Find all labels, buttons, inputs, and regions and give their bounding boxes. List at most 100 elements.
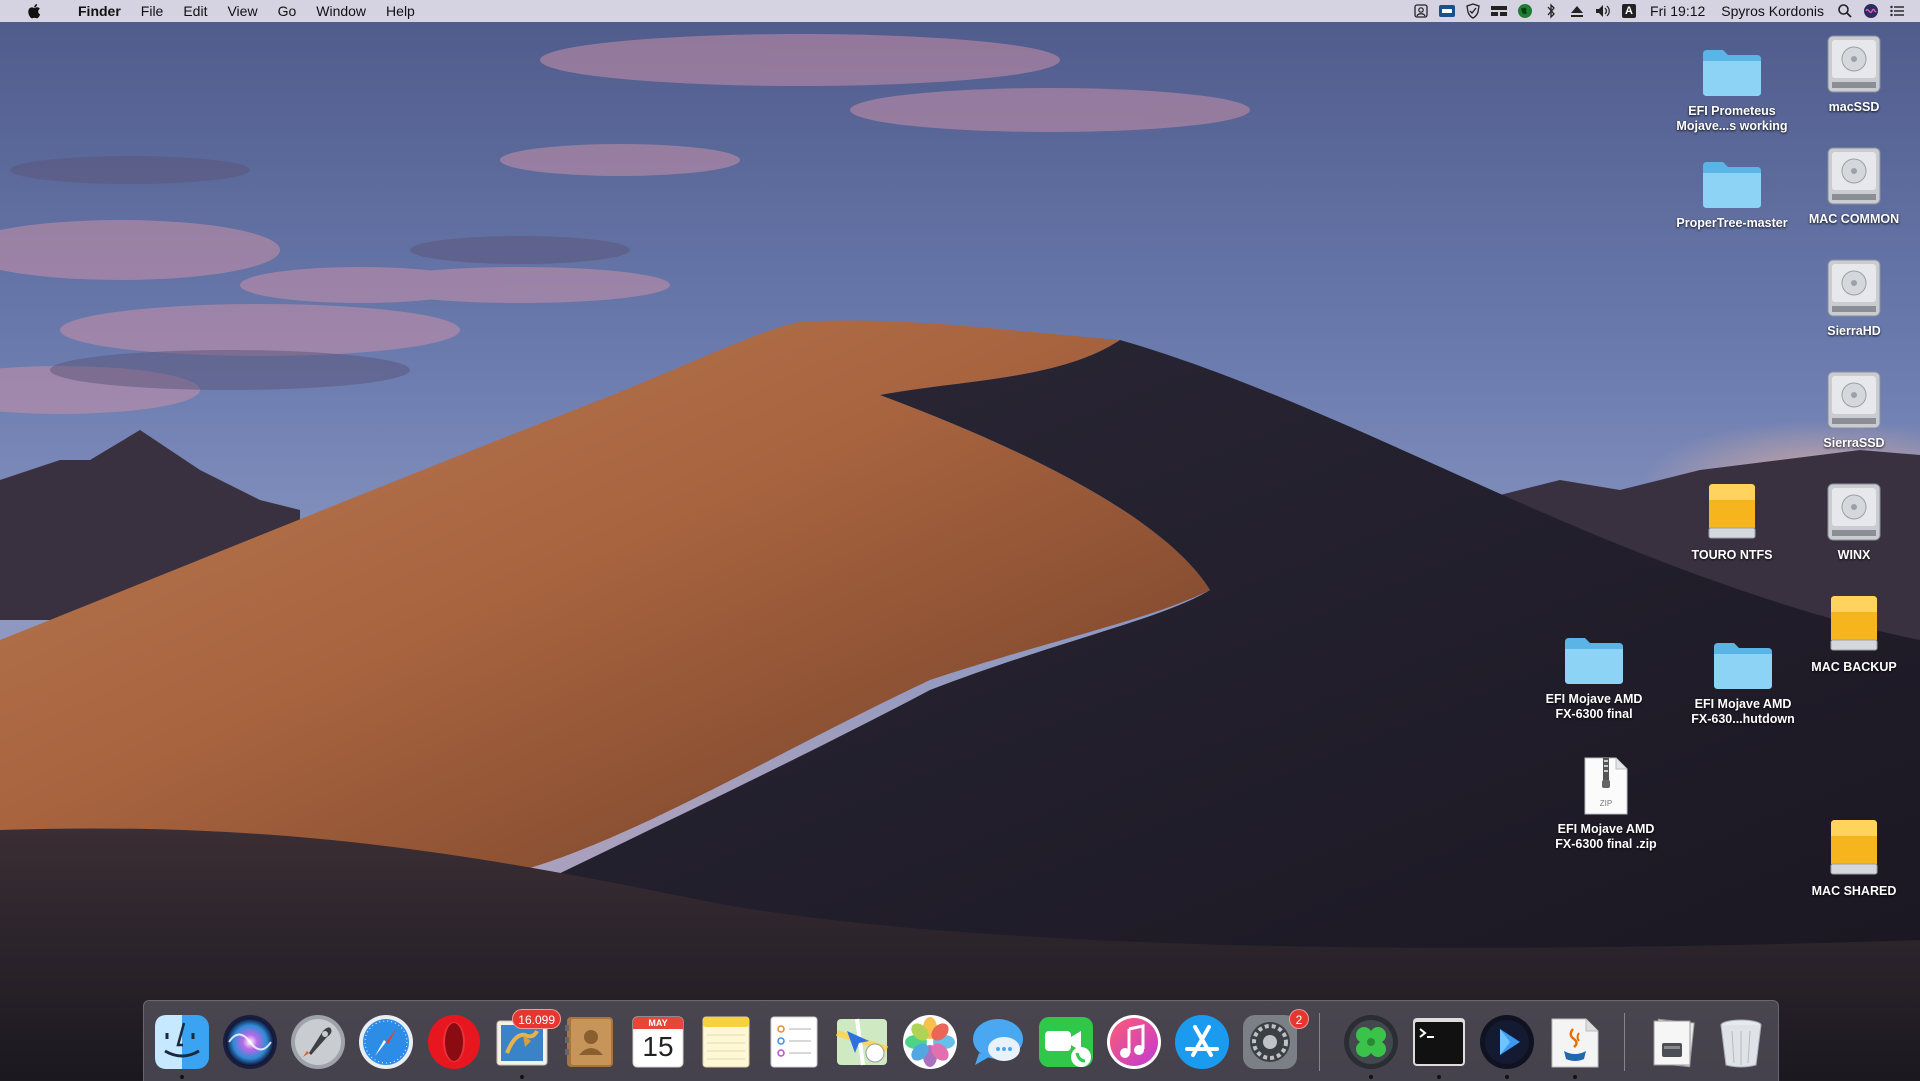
terminal-icon[interactable] [1410,1013,1468,1071]
running-indicator [520,1075,524,1079]
notes-icon[interactable] [697,1013,755,1071]
siri-icon[interactable] [1861,0,1881,22]
desktop-icon-label: macSSD [1828,100,1880,114]
finder-icon[interactable] [153,1013,211,1071]
menu-help[interactable]: Help [376,0,425,22]
zip-file-badge: ZIP [1599,799,1613,808]
maps-icon[interactable] [833,1013,891,1071]
menu-edit[interactable]: Edit [173,0,217,22]
bluetooth-icon[interactable] [1541,0,1561,22]
folder-icon [1700,34,1764,98]
photos-icon[interactable] [901,1013,959,1071]
eject-icon[interactable] [1567,0,1587,22]
hard-drive-icon [1822,30,1886,94]
dock-separator [1624,1013,1625,1071]
mail-icon[interactable]: 16.099 [493,1009,561,1071]
zip-file-icon: ZIP [1574,752,1638,816]
desktop-drive-mac-common[interactable]: MAC COMMON [1794,142,1914,227]
menu-view[interactable]: View [217,0,267,22]
desktop-icon-label: MAC COMMON [1808,212,1900,226]
desktop-icon-label: EFI Mojave AMD FX-6300 final [1545,692,1643,721]
dashboard-icon[interactable] [1489,0,1509,22]
desktop-icon-label: EFI Prometeus Mojave...s working [1676,104,1788,133]
siri-icon[interactable] [221,1013,279,1071]
desktop-wallpaper [0,0,1920,1080]
volume-icon[interactable] [1593,0,1613,22]
desktop-file-efi-mojave-zip[interactable]: ZIP EFI Mojave AMD FX-6300 final .zip [1546,752,1666,852]
input-source-icon[interactable]: A [1619,0,1639,22]
menu-go[interactable]: Go [268,0,307,22]
menu-bar: Finder File Edit View Go Window Help A F… [0,0,1920,22]
app-menu-finder[interactable]: Finder [68,0,131,22]
menubar-user[interactable]: Spyros Kordonis [1713,0,1832,22]
folder-icon [1711,627,1775,691]
running-indicator [1573,1075,1577,1079]
clover-configurator-icon[interactable] [1342,1013,1400,1071]
desktop-folder-efi-mojave-shutdown[interactable]: EFI Mojave AMD FX-630...hutdown [1683,627,1803,727]
external-drive-icon [1822,590,1886,654]
notification-center-icon[interactable] [1887,0,1907,22]
desktop-icon-label: ProperTree-master [1676,216,1788,230]
desktop-icon-label: MAC SHARED [1811,884,1897,898]
running-indicator [1437,1075,1441,1079]
desktop-folder-propertree[interactable]: ProperTree-master [1672,146,1792,231]
external-drive-icon [1822,814,1886,878]
desktop-drive-mac-backup[interactable]: MAC BACKUP [1794,590,1914,675]
desktop-drive-sierrassd[interactable]: SierraSSD [1794,366,1914,451]
running-indicator [180,1075,184,1079]
running-indicator [1505,1075,1509,1079]
facetime-icon[interactable] [1037,1013,1095,1071]
spotlight-icon[interactable] [1835,0,1855,22]
calendar-month: MAY [648,1018,668,1028]
trash-icon[interactable] [1712,1013,1770,1071]
hard-drive-icon [1822,366,1886,430]
contacts-icon[interactable] [561,1013,619,1071]
opera-icon[interactable] [425,1013,483,1071]
desktop-drive-mac-shared[interactable]: MAC SHARED [1794,814,1914,899]
globe-icon[interactable] [1515,0,1535,22]
folder-icon [1700,146,1764,210]
display-icon[interactable] [1411,0,1431,22]
downloads-stack-icon[interactable] [1644,1013,1702,1071]
menubar-clock[interactable]: Fri 19:12 [1642,0,1713,22]
messages-icon[interactable] [969,1013,1027,1071]
desktop-icon-label: EFI Mojave AMD FX-630...hutdown [1691,697,1795,726]
desktop-drive-sierrahd[interactable]: SierraHD [1794,254,1914,339]
itunes-icon[interactable] [1105,1013,1163,1071]
desktop-icon-label: MAC BACKUP [1811,660,1897,674]
desktop-drive-macssd[interactable]: macSSD [1794,30,1914,115]
media-player-icon[interactable] [1478,1013,1536,1071]
desktop-drive-winx[interactable]: WINX [1794,478,1914,563]
hard-drive-icon [1822,478,1886,542]
desktop-drive-touro-ntfs[interactable]: TOURO NTFS [1672,478,1792,563]
folder-icon [1562,622,1626,686]
launchpad-icon[interactable] [289,1013,347,1071]
reminders-icon[interactable] [765,1013,823,1071]
desktop-icon-label: WINX [1837,548,1871,562]
app-store-icon[interactable] [1173,1013,1231,1071]
hard-drive-icon [1822,142,1886,206]
running-indicator [1369,1075,1373,1079]
hard-drive-icon [1822,254,1886,318]
menu-window[interactable]: Window [306,0,376,22]
desktop-icon-label: EFI Mojave AMD FX-6300 final .zip [1555,822,1657,851]
calendar-day: 15 [642,1031,674,1062]
dock-separator [1319,1013,1320,1071]
system-preferences-icon[interactable]: 2 [1241,1009,1309,1071]
system-preferences-badge: 2 [1289,1009,1309,1029]
desktop-folder-efi-mojave-final[interactable]: EFI Mojave AMD FX-6300 final [1534,622,1654,722]
shield-icon[interactable] [1463,0,1483,22]
drive-icon[interactable] [1437,0,1457,22]
mail-badge: 16.099 [512,1009,561,1029]
calendar-icon[interactable]: MAY 15 [629,1013,687,1071]
desktop-icon-label: TOURO NTFS [1691,548,1773,562]
desktop-icon-label: SierraSSD [1823,436,1885,450]
desktop-folder-efi-prometeus[interactable]: EFI Prometeus Mojave...s working [1672,34,1792,134]
safari-icon[interactable] [357,1013,415,1071]
input-source-label: A [1622,4,1637,18]
external-drive-icon [1700,478,1764,542]
menu-file[interactable]: File [131,0,174,22]
desktop-icon-label: SierraHD [1827,324,1881,338]
java-icon[interactable] [1546,1013,1604,1071]
apple-menu-icon[interactable] [0,3,68,19]
